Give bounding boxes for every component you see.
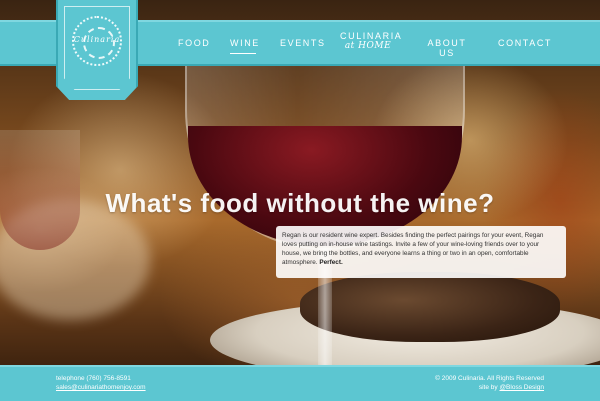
nav-contact[interactable]: CONTACT	[498, 38, 550, 48]
nav-culinaria-label: CULINARIA	[340, 31, 403, 41]
footer: telephone (760) 756-8591 sales@culinaria…	[0, 365, 600, 401]
hero-emphasis: Perfect.	[319, 259, 343, 266]
footer-contact: telephone (760) 756-8591 sales@culinaria…	[56, 374, 146, 392]
nav-wine[interactable]: WINE	[230, 38, 258, 54]
hero-description-box: Regan is our resident wine expert. Besid…	[276, 226, 566, 278]
telephone-number: (760) 756-8591	[86, 375, 131, 382]
copyright-text: © 2009 Culinaria. All Rights Reserved	[435, 375, 544, 382]
email-link[interactable]: sales@culinariathomenjoy.com	[56, 383, 146, 392]
food	[300, 272, 560, 342]
nav-food[interactable]: FOOD	[178, 38, 209, 48]
credit-prefix: site by	[478, 384, 498, 391]
footer-legal: © 2009 Culinaria. All Rights Reserved si…	[435, 374, 544, 392]
telephone-line: telephone (760) 756-8591	[56, 374, 146, 383]
nav-culinaria-at-home[interactable]: CULINARIA at HOME	[340, 31, 403, 51]
telephone-label: telephone	[56, 375, 85, 382]
logo[interactable]: Culinaria	[56, 0, 138, 100]
hero-headline: What's food without the wine?	[105, 188, 495, 218]
credit-line: site by @Bloss Design	[435, 383, 544, 392]
nav-about-us[interactable]: ABOUT US	[420, 38, 474, 58]
credit-link[interactable]: @Bloss Design	[499, 384, 544, 391]
logo-text: Culinaria	[73, 35, 121, 44]
nav-events[interactable]: EVENTS	[280, 38, 324, 48]
nav-at-home-label: at HOME	[344, 41, 392, 51]
